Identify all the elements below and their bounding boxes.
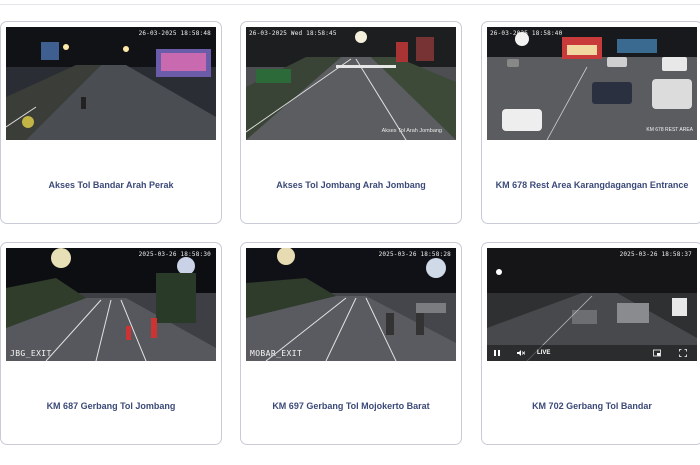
camera-title[interactable]: KM 702 Gerbang Tol Bandar	[482, 401, 700, 411]
camera-title[interactable]: Akses Tol Jombang Arah Jombang	[241, 180, 461, 190]
video-player-controls: LIVE	[487, 345, 697, 361]
top-divider	[0, 4, 700, 5]
live-indicator: LIVE	[537, 350, 551, 356]
camera-exit-label: MOBAR_EXIT	[250, 349, 303, 358]
camera-timestamp: 26-03-2025 Wed 18:58:45	[249, 30, 337, 37]
toll-gate-scene	[246, 248, 456, 361]
pause-button[interactable]	[493, 349, 501, 357]
speaker-muted-icon	[517, 350, 526, 356]
picture-in-picture-button[interactable]	[653, 349, 661, 357]
camera-card-akses-tol-bandar[interactable]: 26-03-2025 18:58:48 Akses Tol Bandar Ara…	[0, 21, 222, 224]
fullscreen-button[interactable]	[679, 349, 687, 357]
camera-card-akses-tol-jombang[interactable]: 26-03-2025 Wed 18:58:45 Akses Tol Arah J…	[240, 21, 462, 224]
camera-card-km-697[interactable]: 2025-03-26 18:58:28 MOBAR_EXIT KM 697 Ge…	[240, 242, 462, 445]
camera-title[interactable]: Akses Tol Bandar Arah Perak	[1, 180, 221, 190]
toll-gate-scene	[6, 248, 216, 361]
picture-in-picture-icon	[653, 349, 661, 357]
camera-title[interactable]: KM 687 Gerbang Tol Jombang	[1, 401, 221, 411]
camera-title[interactable]: KM 678 Rest Area Karangdagangan Entrance	[482, 180, 700, 190]
fullscreen-icon	[679, 349, 687, 357]
camera-exit-label: JBG_EXIT	[10, 349, 52, 358]
camera-timestamp: 26-03-2025 18:58:48	[138, 30, 211, 37]
camera-location-overlay: KM 678 REST AREA	[646, 127, 693, 133]
camera-timestamp: 2025-03-26 18:58:28	[378, 251, 451, 258]
camera-feed-thumbnail[interactable]: 26-03-2025 Wed 18:58:45 Akses Tol Arah J…	[246, 27, 456, 140]
camera-feed-thumbnail[interactable]: 26-03-2025 18:58:40 KM 678 REST AREA	[487, 27, 697, 140]
camera-card-km-687[interactable]: 2025-03-26 18:58:30 JBG_EXIT KM 687 Gerb…	[0, 242, 222, 445]
camera-title[interactable]: KM 697 Gerbang Tol Mojokerto Barat	[241, 401, 461, 411]
night-road-scene	[246, 27, 456, 140]
camera-location-overlay: Akses Tol Arah Jombang	[381, 128, 442, 134]
camera-feed-thumbnail[interactable]: 2025-03-26 18:58:28 MOBAR_EXIT	[246, 248, 456, 361]
camera-timestamp: 2025-03-26 18:58:30	[138, 251, 211, 258]
night-road-scene	[6, 27, 216, 140]
camera-feed-thumbnail[interactable]: 26-03-2025 18:58:48	[6, 27, 216, 140]
parking-area-scene	[487, 27, 697, 140]
camera-feed-thumbnail[interactable]: 2025-03-26 18:58:37 LIVE	[487, 248, 697, 361]
camera-timestamp: 26-03-2025 18:58:40	[490, 30, 563, 37]
camera-card-km-678[interactable]: 26-03-2025 18:58:40 KM 678 REST AREA KM …	[481, 21, 700, 224]
camera-timestamp: 2025-03-26 18:58:37	[619, 251, 692, 258]
camera-card-km-702[interactable]: 2025-03-26 18:58:37 LIVE KM 702 Gerbang …	[481, 242, 700, 445]
mute-button[interactable]	[517, 349, 526, 357]
pause-icon	[494, 350, 500, 356]
camera-feed-thumbnail[interactable]: 2025-03-26 18:58:30 JBG_EXIT	[6, 248, 216, 361]
